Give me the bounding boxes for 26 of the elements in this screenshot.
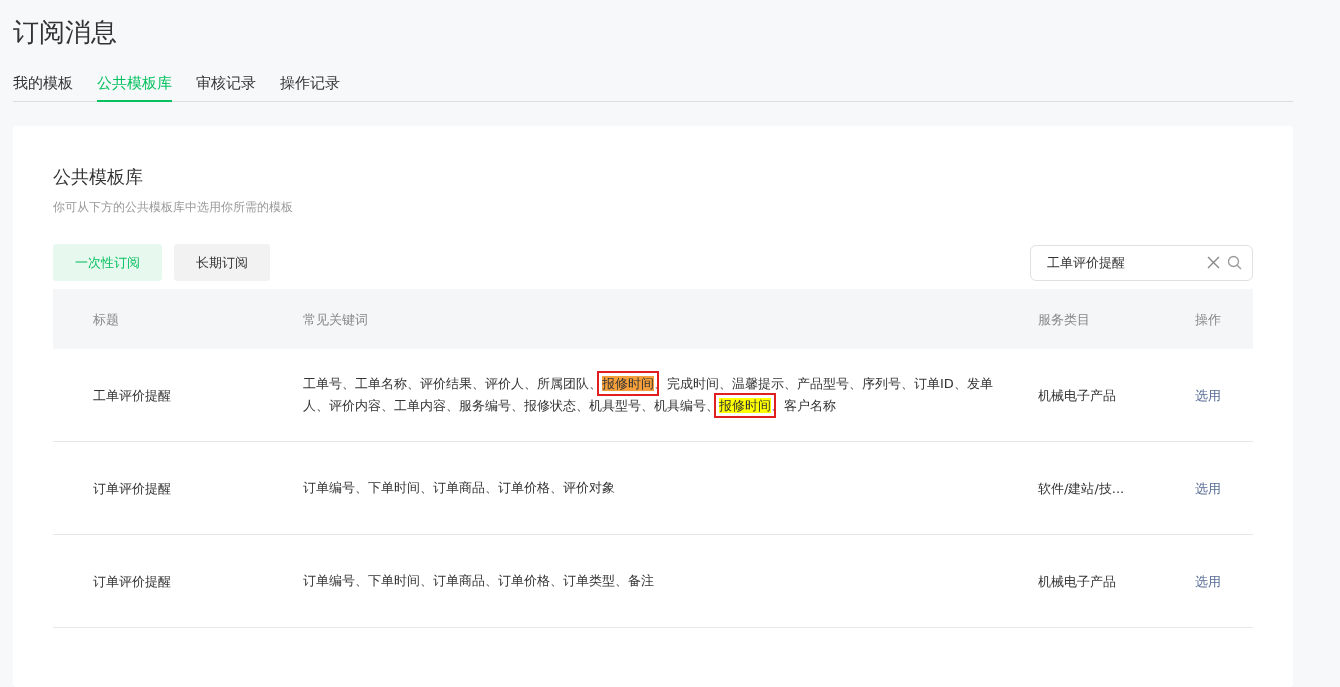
table-cell-text: 订单评价提醒 — [92, 479, 172, 498]
search-field[interactable]: 工单评价提醒 — [1030, 244, 1253, 281]
select-link[interactable]: 选用 — [1195, 573, 1221, 589]
column-header: 常见关键词 — [302, 310, 369, 329]
table-cell-text: 机械电子产品 — [1037, 572, 1117, 591]
tab[interactable]: 审核记录 — [196, 71, 256, 103]
tab[interactable]: 我的模板 — [13, 71, 73, 103]
column-header: 服务类目 — [1037, 310, 1091, 329]
table-cell-text: 软件/建站/技... — [1037, 479, 1126, 498]
select-link[interactable]: 选用 — [1195, 387, 1221, 403]
card-subtitle: 你可从下方的公共模板库中选用你所需的模板 — [53, 198, 294, 216]
select-link[interactable]: 选用 — [1195, 480, 1221, 496]
clear-icon[interactable] — [1207, 255, 1220, 269]
keyword-list: 订单编号、下单时间、订单商品、订单价格、评价对象 — [303, 477, 1028, 500]
keyword-list: 工单号、工单名称、评价结果、评价人、所属团队、报修时间、完成时间、温馨提示、产品型号、序列号、订单ID、发单人、评价内容、工单内容、服务编号、报修状态、机具型号、机具编号、报修时间、客户名称 — [303, 373, 1028, 418]
column-header: 操作 — [1195, 310, 1222, 329]
card-title: 公共模板库 — [53, 166, 144, 188]
column-header: 标题 — [92, 310, 120, 329]
table-cell-text: 订单评价提醒 — [92, 572, 172, 591]
table-cell-text: 工单评价提醒 — [92, 386, 172, 405]
page-title: 订阅消息 — [13, 16, 118, 49]
tab[interactable]: 操作记录 — [280, 71, 340, 103]
search-icon[interactable] — [1227, 254, 1242, 270]
table-cell-text: 机械电子产品 — [1037, 386, 1117, 405]
keyword-list: 订单编号、下单时间、订单商品、订单价格、订单类型、备注 — [303, 570, 1028, 593]
filter-button[interactable]: 长期订阅 — [174, 243, 270, 282]
